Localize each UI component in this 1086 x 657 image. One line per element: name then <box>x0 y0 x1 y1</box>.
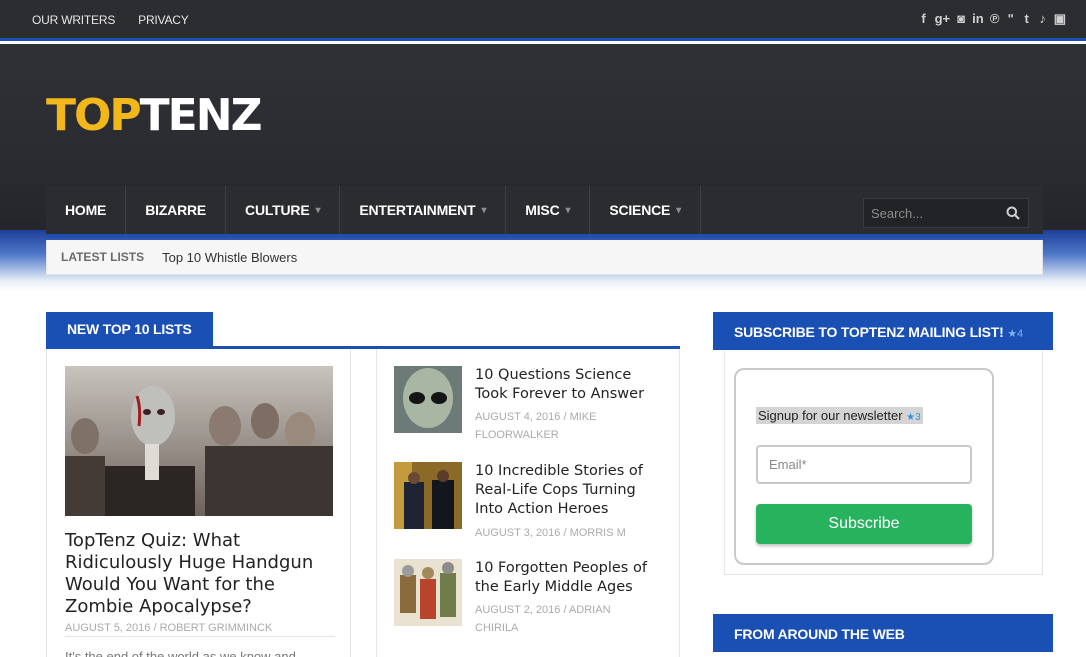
latest-list-link[interactable]: Top 10 Whistle Blowers <box>162 250 297 265</box>
instagram-icon[interactable]: ◙ <box>956 11 966 27</box>
top-bar: OUR WRITERS PRIVACY f g+ ◙ in ℗ ʺ t ♪ ▣ <box>0 0 1086 41</box>
chevron-down-icon: ▾ <box>565 204 571 216</box>
featured-title[interactable]: TopTenz Quiz: What Ridiculously Huge Han… <box>65 530 335 618</box>
list-column: 10 Questions Science Took Forever to Ans… <box>376 349 680 657</box>
chevron-down-icon: ▾ <box>315 204 321 216</box>
section-title: NEW TOP 10 LISTS <box>46 312 213 346</box>
top-links: OUR WRITERS PRIVACY <box>32 13 189 27</box>
social-icons: f g+ ◙ in ℗ ʺ t ♪ ▣ <box>919 11 1066 27</box>
search-input[interactable] <box>864 199 994 227</box>
facebook-icon[interactable]: f <box>919 11 929 27</box>
around-web-heading: FROM AROUND THE WEB <box>713 614 1053 652</box>
star-icon: ★3 <box>906 412 921 423</box>
pinterest-icon[interactable]: ℗ <box>990 11 1000 27</box>
chevron-down-icon: ▾ <box>676 204 681 216</box>
toptenz-logo[interactable]: TOPTENZ <box>46 94 262 138</box>
list-item-meta: AUGUST 4, 2016 / MIKE FLOORWALKER <box>475 411 597 441</box>
subscribe-button[interactable]: Subscribe <box>756 504 972 544</box>
nav-home[interactable]: HOME <box>46 186 127 234</box>
nav-science[interactable]: SCIENCE ▾ <box>590 186 701 234</box>
nav-entertainment[interactable]: ENTERTAINMENT ▾ <box>340 186 507 234</box>
newsletter-label: Signup for our newsletter ★3 <box>756 407 923 424</box>
list-item-title[interactable]: 10 Incredible Stories of Real-Life Cops … <box>475 462 665 519</box>
newsletter-card: Signup for our newsletter ★3 Subscribe <box>734 368 994 565</box>
list-thumb-warriors[interactable] <box>394 559 462 626</box>
list-item-title[interactable]: 10 Forgotten Peoples of the Early Middle… <box>475 559 665 597</box>
list-item-meta: AUGUST 2, 2016 / ADRIAN CHIRILA <box>475 604 611 634</box>
privacy-link[interactable]: PRIVACY <box>138 13 189 27</box>
list-thumb-ceremony[interactable] <box>394 462 462 529</box>
youtube-icon[interactable]: ▣ <box>1054 11 1066 27</box>
featured-excerpt: It's the end of the world as we know and <box>65 649 296 657</box>
chevron-down-icon: ▾ <box>481 204 487 216</box>
nav-culture[interactable]: CULTURE ▾ <box>226 186 341 234</box>
list-thumb-alien[interactable] <box>394 366 462 433</box>
search-icon[interactable] <box>1006 206 1020 220</box>
nav-misc[interactable]: MISC ▾ <box>506 186 591 234</box>
email-field[interactable] <box>756 445 972 484</box>
star-icon: ★4 <box>1007 328 1023 340</box>
featured-column: TopTenz Quiz: What Ridiculously Huge Han… <box>46 349 351 657</box>
section-heading: NEW TOP 10 LISTS <box>46 312 680 349</box>
latest-lists-label: LATEST LISTS <box>61 250 145 264</box>
tumblr-icon[interactable]: t <box>1022 11 1032 27</box>
featured-image[interactable] <box>65 366 333 516</box>
list-item-meta: AUGUST 3, 2016 / MORRIS M <box>475 527 626 539</box>
featured-meta: AUGUST 5, 2016 / ROBERT GRIMMINCK <box>65 622 335 637</box>
linkedin-icon[interactable]: in <box>972 11 984 27</box>
subscribe-heading: SUBSCRIBE TO TOPTENZ MAILING LIST! ★4 <box>713 312 1053 350</box>
twitter-icon[interactable]: ♪ <box>1038 11 1048 27</box>
latest-lists-bar: LATEST LISTS Top 10 Whistle Blowers <box>46 240 1043 275</box>
search-box <box>863 198 1029 228</box>
rss-icon[interactable]: ʺ <box>1006 11 1016 27</box>
our-writers-link[interactable]: OUR WRITERS <box>32 13 115 27</box>
main-nav: HOME BIZARRE CULTURE ▾ ENTERTAINMENT ▾ MIS… <box>46 186 1043 237</box>
google-plus-icon[interactable]: g+ <box>935 11 951 27</box>
list-item-title[interactable]: 10 Questions Science Took Forever to Ans… <box>475 366 665 404</box>
nav-bizarre[interactable]: BIZARRE <box>126 186 227 234</box>
